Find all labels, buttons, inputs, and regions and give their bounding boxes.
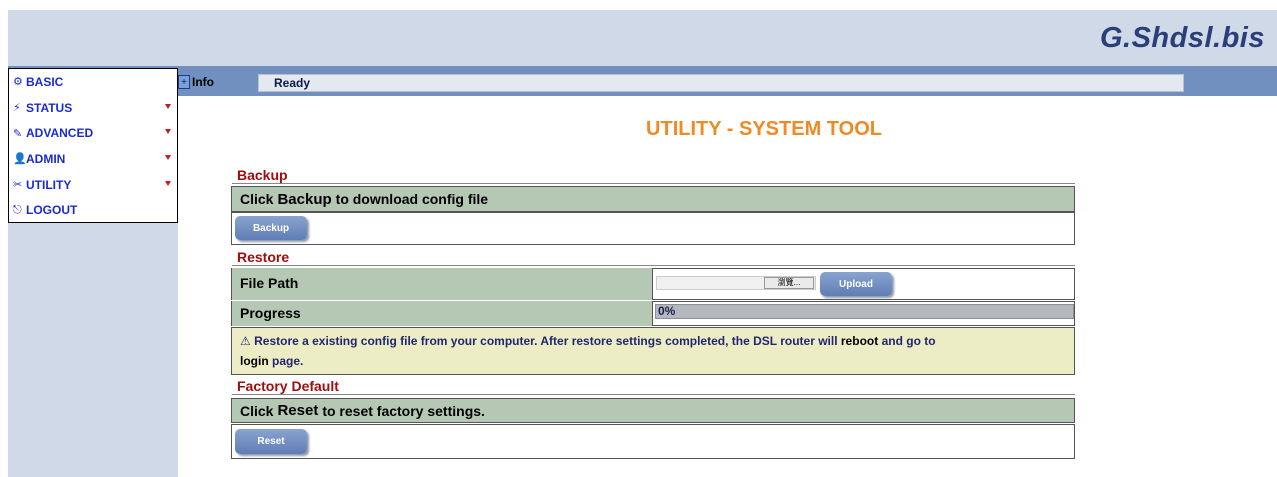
menu-label-basic: BASIC: [26, 74, 64, 89]
info-label: Info: [192, 75, 214, 89]
sidebar-menu: ⚙ BASIC ⚡ STATUS ✎ ADVANCED 👤 ADMIN ✂ UT…: [8, 68, 178, 223]
menu-item-logout[interactable]: ⎋ LOGOUT: [9, 197, 177, 223]
backup-instruction-keyword: Backup: [277, 190, 332, 208]
menu-label-status: STATUS: [26, 100, 73, 115]
section-divider: [232, 183, 1075, 184]
section-divider: [232, 265, 1075, 266]
factory-instruction-row: Click Reset to reset factory settings.: [231, 398, 1075, 423]
menu-label-utility: UTILITY: [26, 177, 72, 192]
menu-item-status[interactable]: ⚡ STATUS: [9, 95, 177, 121]
chevron-down-icon: [165, 103, 171, 109]
upload-button[interactable]: Upload: [820, 272, 892, 296]
menu-item-advanced[interactable]: ✎ ADVANCED: [9, 120, 177, 146]
page-title: UTILITY - SYSTEM TOOL: [646, 118, 882, 140]
factory-instruction-suffix: to reset factory settings.: [322, 402, 485, 419]
chevron-down-icon: [165, 155, 171, 161]
top-strip: [0, 0, 1277, 10]
chevron-down-icon: [165, 180, 171, 186]
note-text-1: Restore a existing config file from your…: [250, 334, 841, 348]
factory-section-title: Factory Default: [237, 378, 339, 394]
reset-button-row: [231, 424, 1075, 459]
advanced-icon: ✎: [13, 127, 23, 140]
logout-icon: ⎋: [13, 203, 22, 216]
status-field: Ready: [258, 74, 1184, 92]
browse-button[interactable]: 瀏覽...: [764, 277, 814, 289]
note-text-3: page.: [268, 354, 304, 368]
note-text-2: and go to: [878, 334, 936, 348]
menu-label-advanced: ADVANCED: [26, 126, 94, 141]
brand-logo: G.Shdsl.bis: [1099, 22, 1265, 54]
menu-label-logout: LOGOUT: [26, 203, 78, 218]
progress-value: 0%: [658, 304, 676, 318]
backup-instruction-prefix: Click: [240, 191, 274, 207]
file-path-label: File Path: [240, 275, 299, 291]
backup-section-title: Backup: [237, 167, 288, 183]
info-toggle[interactable]: + Info: [178, 73, 228, 91]
backup-instruction-suffix: to download config file: [335, 191, 489, 207]
backup-button[interactable]: Backup: [235, 216, 307, 240]
basic-icon: ⚙: [13, 76, 23, 89]
note-keyword-login: login: [240, 354, 269, 368]
chevron-down-icon: [165, 129, 171, 135]
restore-note: ⚠ Restore a existing config file from yo…: [231, 327, 1075, 375]
menu-item-admin[interactable]: 👤 ADMIN: [9, 146, 177, 172]
progress-label: Progress: [240, 305, 301, 321]
section-divider: [232, 394, 1075, 395]
warning-icon: ⚠: [240, 334, 251, 348]
utility-icon: ✂: [13, 179, 23, 192]
reset-button[interactable]: Reset: [235, 429, 307, 454]
factory-instruction-keyword: Reset: [277, 402, 319, 419]
backup-instruction-row: Click Backup to download config file: [231, 186, 1075, 212]
admin-icon: 👤: [13, 153, 27, 166]
progress-bar: [655, 304, 1074, 319]
plus-icon: +: [178, 75, 190, 89]
status-icon: ⚡: [13, 102, 21, 115]
restore-section-title: Restore: [237, 249, 290, 265]
backup-button-row: [231, 212, 1075, 245]
menu-label-admin: ADMIN: [26, 151, 66, 166]
note-keyword-reboot: reboot: [840, 334, 879, 348]
header-banner: G.Shdsl.bis: [8, 10, 1277, 66]
menu-item-basic[interactable]: ⚙ BASIC: [9, 69, 177, 95]
menu-item-utility[interactable]: ✂ UTILITY: [9, 172, 177, 198]
factory-instruction-prefix: Click: [240, 402, 274, 419]
